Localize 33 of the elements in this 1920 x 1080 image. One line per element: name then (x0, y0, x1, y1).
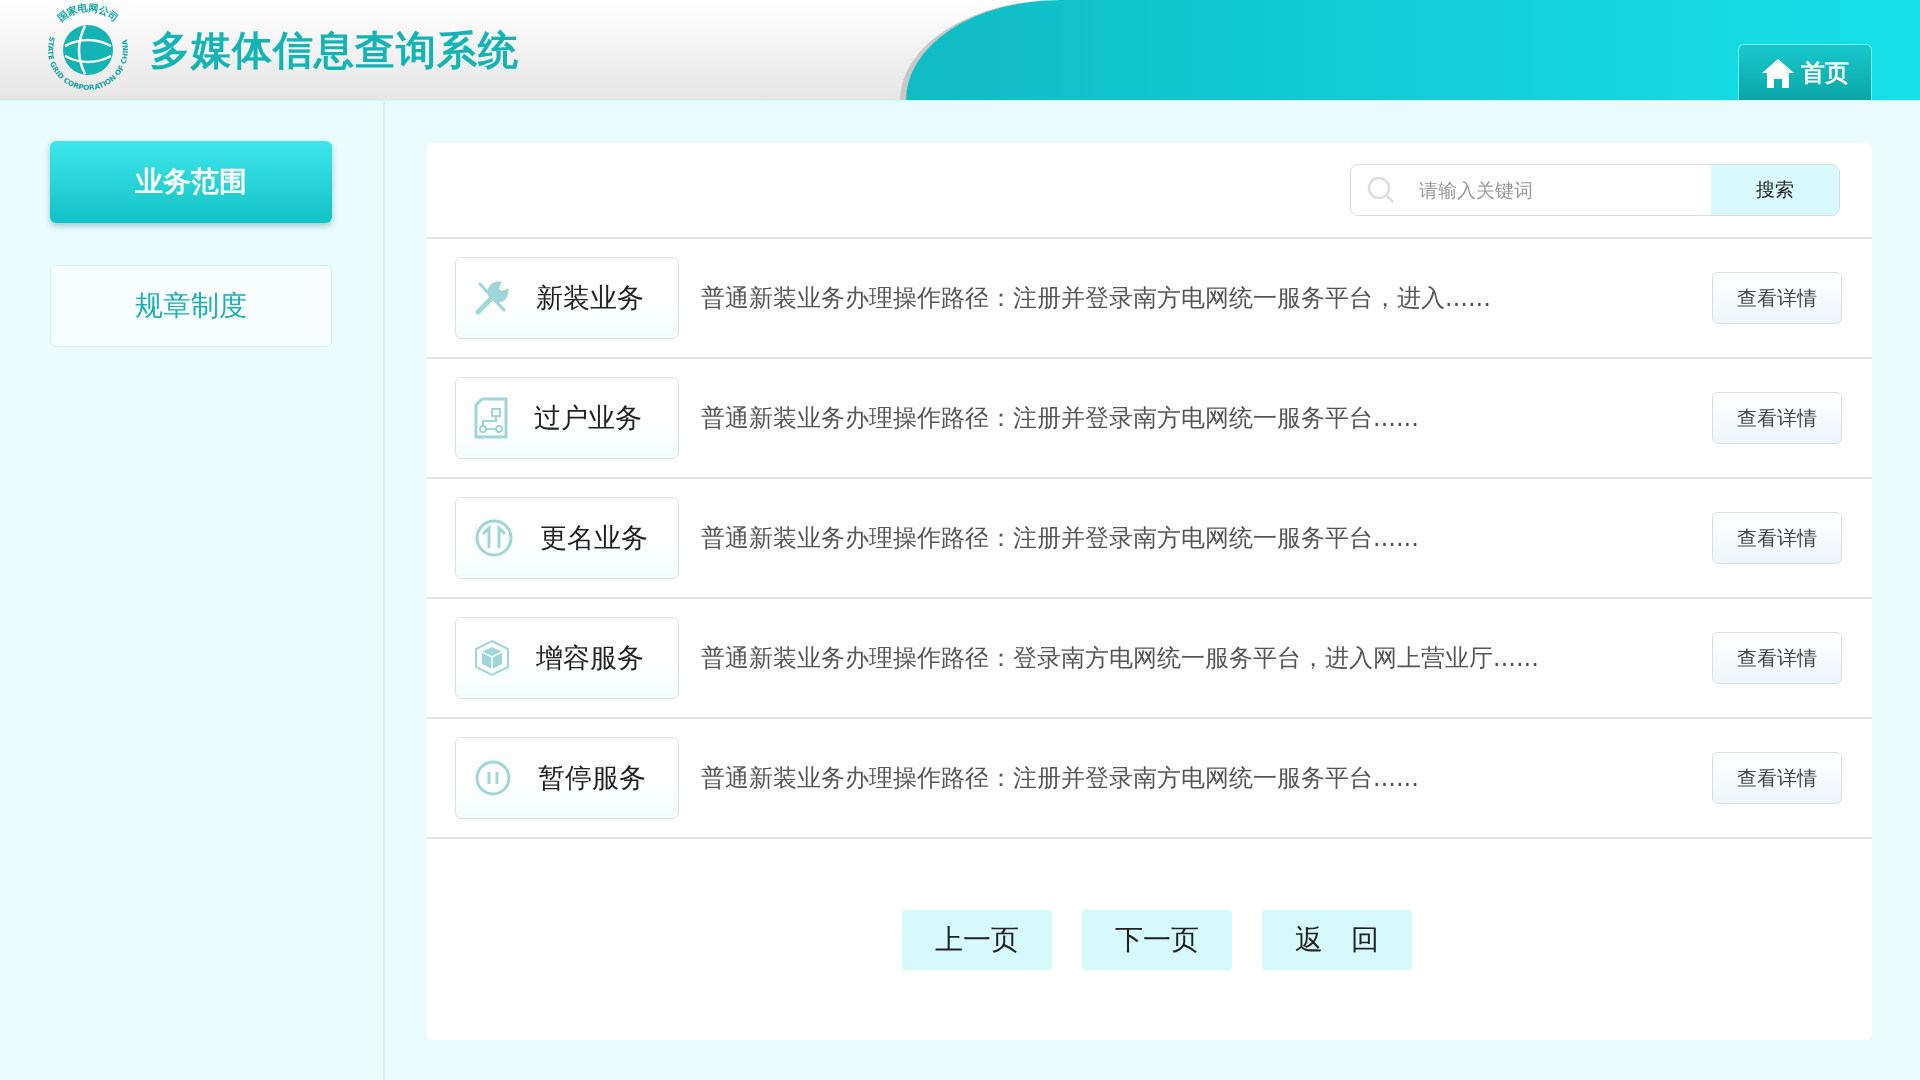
pagination-button[interactable]: 上一页 (901, 909, 1052, 970)
service-description: 普通新装业务办理操作路径：注册并登录南方电网统一服务平台...... (701, 523, 1420, 554)
service-description: 普通新装业务办理操作路径：注册并登录南方电网统一服务平台...... (701, 403, 1420, 434)
service-name: 过户业务 (534, 401, 642, 435)
service-name: 更名业务 (540, 521, 648, 555)
service-name: 暂停服务 (538, 761, 646, 795)
wrench-screwdriver-icon (474, 280, 510, 316)
pause-circle-icon (474, 759, 512, 797)
details-button[interactable]: 查看详情 (1712, 392, 1842, 444)
service-tag[interactable]: 更名业务 (455, 497, 679, 579)
service-description: 普通新装业务办理操作路径：登录南方电网统一服务平台，进入网上营业厅...... (701, 643, 1540, 674)
flowchart-document-icon (474, 397, 508, 439)
app-title: 多媒体信息查询系统 (150, 25, 519, 75)
details-button[interactable]: 查看详情 (1712, 272, 1842, 324)
service-tag[interactable]: 新装业务 (455, 257, 679, 339)
details-button[interactable]: 查看详情 (1712, 512, 1842, 564)
logo-text: 国家电网公司 (55, 2, 121, 24)
pagination-button[interactable]: 返 回 (1261, 909, 1412, 970)
service-tag[interactable]: 过户业务 (455, 377, 679, 459)
service-name: 增容服务 (536, 641, 644, 675)
details-button[interactable]: 查看详情 (1712, 632, 1842, 684)
service-description: 普通新装业务办理操作路径：注册并登录南方电网统一服务平台，进入...... (701, 283, 1492, 314)
pagination-button[interactable]: 下一页 (1081, 909, 1232, 970)
search-button[interactable]: 搜索 (1711, 165, 1839, 215)
service-tag[interactable]: 增容服务 (455, 617, 679, 699)
service-description: 普通新装业务办理操作路径：注册并登录南方电网统一服务平台...... (701, 763, 1420, 794)
service-tag[interactable]: 暂停服务 (455, 737, 679, 819)
cube-icon (474, 639, 510, 677)
up-arrows-circle-icon (474, 518, 514, 558)
details-button[interactable]: 查看详情 (1712, 752, 1842, 804)
search-field[interactable]: 请输入关键词 搜索 (1350, 164, 1840, 216)
home-icon (1761, 56, 1795, 89)
service-name: 新装业务 (536, 281, 644, 315)
